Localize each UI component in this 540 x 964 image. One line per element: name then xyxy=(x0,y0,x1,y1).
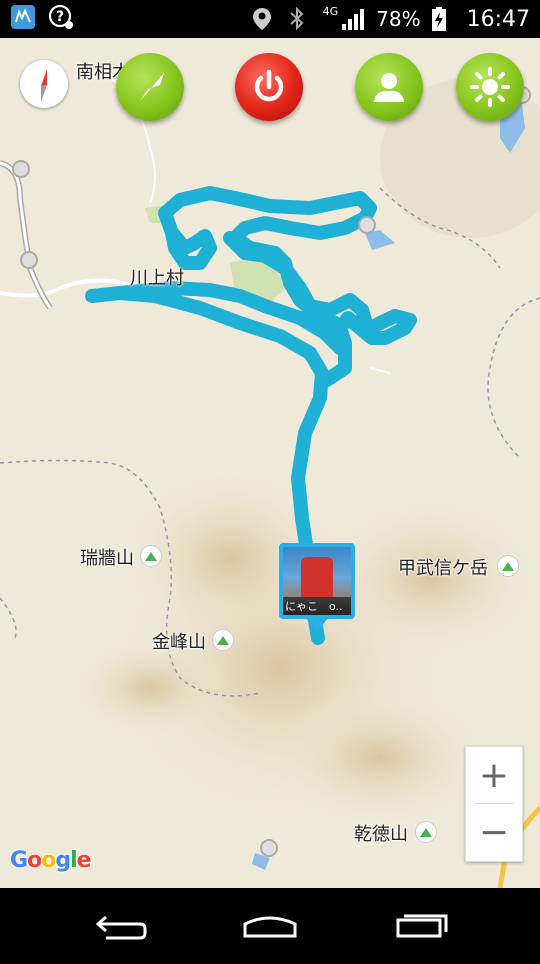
power-button[interactable] xyxy=(235,53,303,121)
grey-marker[interactable] xyxy=(358,216,376,234)
mountain-icon xyxy=(415,821,437,843)
power-icon xyxy=(254,69,284,102)
location-icon xyxy=(251,6,277,32)
zoom-out-button[interactable]: − xyxy=(466,804,522,860)
person-icon xyxy=(374,73,404,102)
track-route xyxy=(85,186,417,645)
user-button[interactable] xyxy=(355,53,423,121)
network-type: 4G xyxy=(322,5,339,18)
compass-button[interactable] xyxy=(20,60,68,108)
mountain-icon xyxy=(212,629,234,651)
map-view[interactable]: 南相木 川上村 瑞牆山 金峰山 甲武信ケ岳 乾徳山 にゃこ o.. + − Go… xyxy=(0,38,540,888)
grey-marker[interactable] xyxy=(12,160,30,178)
place-label-kobushi: 甲武信ケ岳 xyxy=(398,558,488,579)
google-logo: Google xyxy=(10,848,92,873)
photo-marker[interactable]: にゃこ o.. xyxy=(279,543,359,643)
mountain-icon xyxy=(497,555,519,577)
back-icon[interactable] xyxy=(95,915,147,940)
navigation-arrow-icon xyxy=(140,73,164,101)
place-label-kentoku: 乾徳山 xyxy=(354,824,408,845)
grey-marker[interactable] xyxy=(20,251,38,269)
signal-icon xyxy=(340,6,366,32)
zoom-in-button[interactable]: + xyxy=(466,747,522,803)
photo-caption: にゃこ o.. xyxy=(283,597,351,615)
battery-percent: 78% xyxy=(376,7,421,31)
navigation-bar xyxy=(0,888,540,960)
place-label-kawakami: 川上村 xyxy=(130,268,184,289)
compass-icon xyxy=(41,69,47,102)
sun-icon xyxy=(470,67,510,107)
status-bar: ? 4G 78% 16:47 xyxy=(0,0,540,38)
grey-marker[interactable] xyxy=(260,839,278,857)
zoom-controls: + − xyxy=(465,746,523,862)
svg-text:?: ? xyxy=(56,9,64,25)
place-label-kinpu: 金峰山 xyxy=(152,632,206,653)
recents-icon[interactable] xyxy=(396,914,448,938)
photo-thumbnail: にゃこ o.. xyxy=(283,547,351,615)
bluetooth-icon xyxy=(287,6,313,32)
clock: 16:47 xyxy=(466,6,530,32)
help-icon: ? xyxy=(48,4,74,30)
navigate-button[interactable] xyxy=(116,53,184,121)
battery-charging-icon xyxy=(431,6,457,32)
home-icon[interactable] xyxy=(243,916,297,938)
app-notification-icon xyxy=(10,4,36,30)
mountain-icon xyxy=(140,545,162,567)
place-label-mizugaki: 瑞牆山 xyxy=(80,548,134,569)
brightness-button[interactable] xyxy=(456,53,524,121)
